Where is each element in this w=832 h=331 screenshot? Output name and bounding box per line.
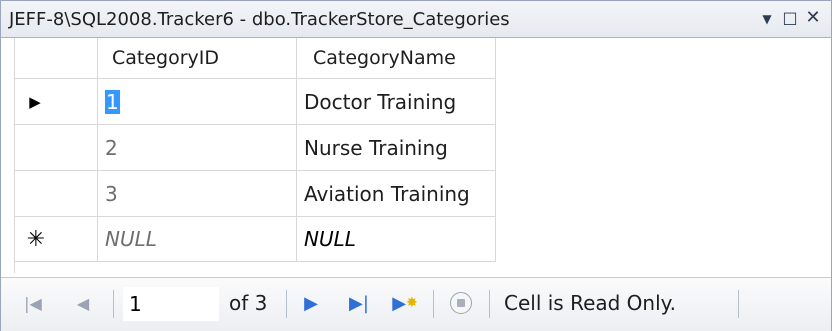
results-grid: CategoryID CategoryName ▶ 1 Doctor Train… <box>14 38 496 273</box>
separator <box>286 290 287 318</box>
move-new-icon[interactable]: ▶ ✸ <box>388 291 422 315</box>
window-title: JEFF-8\SQL2008.Tracker6 - dbo.TrackerSto… <box>9 9 510 30</box>
status-text: Cell is Read Only. <box>504 291 677 315</box>
cell-categoryid[interactable]: 2 <box>98 125 297 171</box>
stop-square <box>457 299 465 307</box>
cell-categoryname[interactable]: Doctor Training <box>297 79 496 125</box>
separator <box>433 290 434 318</box>
title-bar: JEFF-8\SQL2008.Tracker6 - dbo.TrackerSto… <box>1 1 831 38</box>
window-position-dropdown-icon[interactable]: ▼ <box>756 8 778 30</box>
separator <box>113 290 114 318</box>
row-header[interactable] <box>15 125 98 171</box>
cell-categoryid[interactable]: 3 <box>98 171 297 217</box>
new-row-header[interactable]: ✳ <box>15 217 98 262</box>
close-icon[interactable]: ✕ <box>802 7 824 29</box>
record-navigator: |◀ ◀ of 3 ▶ ▶| ▶✸ Cell is Read Only. <box>1 277 831 331</box>
cell-categoryname[interactable]: Nurse Training <box>297 125 496 171</box>
row-pointer-icon: ▶ <box>29 92 41 111</box>
row-header[interactable] <box>15 171 98 217</box>
new-row-cell-categoryname[interactable]: NULL <box>297 217 496 262</box>
separator <box>738 290 739 318</box>
stop-icon[interactable] <box>448 290 474 316</box>
asterisk-icon: ✳ <box>26 226 46 252</box>
maximize-icon[interactable]: □ <box>779 7 801 29</box>
move-last-icon[interactable]: ▶| <box>346 291 372 315</box>
results-grid-area: CategoryID CategoryName ▶ 1 Doctor Train… <box>1 38 831 276</box>
move-next-icon[interactable]: ▶ <box>301 291 321 315</box>
record-count: of 3 <box>229 291 268 315</box>
move-previous-icon[interactable]: ◀ <box>73 291 93 315</box>
selected-cell-text: 1 <box>105 89 120 114</box>
move-first-icon[interactable]: |◀ <box>21 291 45 315</box>
new-row-cell-categoryid[interactable]: NULL <box>98 217 297 262</box>
corner-header[interactable] <box>15 38 98 79</box>
column-header-categoryname[interactable]: CategoryName <box>297 38 496 79</box>
document-window: JEFF-8\SQL2008.Tracker6 - dbo.TrackerSto… <box>0 0 832 331</box>
column-header-categoryid[interactable]: CategoryID <box>98 38 297 79</box>
current-record-input[interactable] <box>123 287 219 321</box>
row-header[interactable]: ▶ <box>15 79 98 125</box>
stop-button-circle <box>450 292 472 314</box>
separator <box>489 290 490 318</box>
cell-categoryid[interactable]: 1 <box>98 79 297 125</box>
cell-categoryname[interactable]: Aviation Training <box>297 171 496 217</box>
